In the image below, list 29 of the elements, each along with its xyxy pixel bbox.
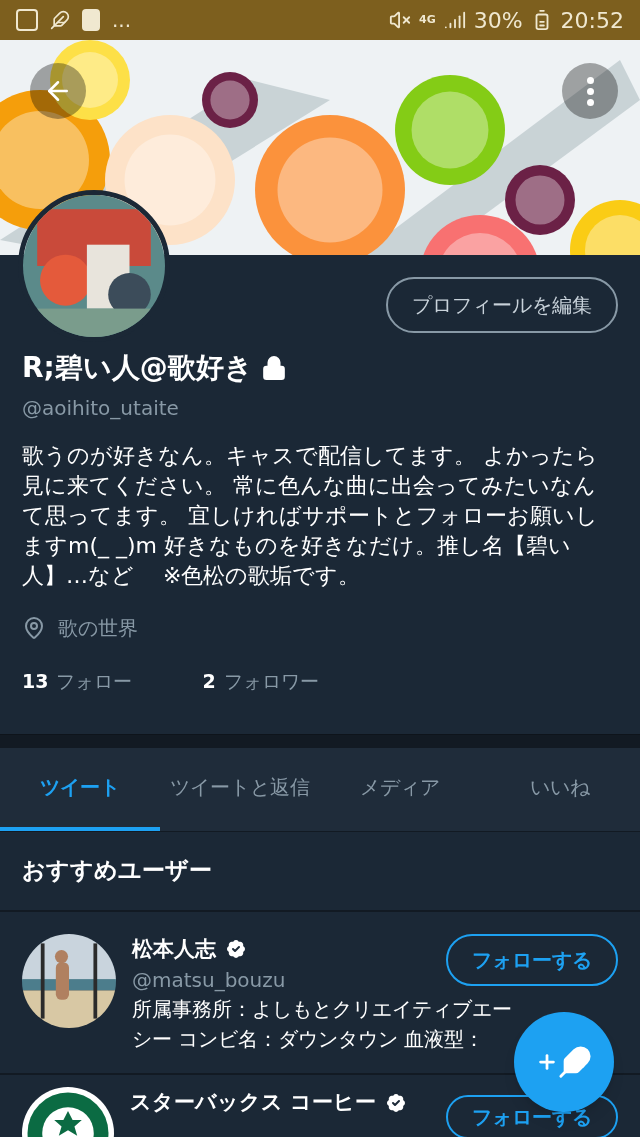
user-handle: @matsu_bouzu xyxy=(132,967,286,994)
battery-percent: 30% xyxy=(473,6,523,35)
signal-icon xyxy=(443,9,466,31)
mute-icon xyxy=(389,9,411,31)
user-name: スターバックス コーヒー xyxy=(130,1089,377,1116)
followers-count: 2 xyxy=(202,669,216,694)
feather-icon xyxy=(558,1045,592,1079)
tab[interactable]: ツイートと返信 xyxy=(160,747,320,831)
username: @aoihito_utaite xyxy=(22,395,180,422)
following-count: 13 xyxy=(22,669,49,694)
bio-text: 歌うのが好きなん。キャスで配信してます。 よかったら見に来てください。 常に色んな曲に出会ってみたいなんて思ってます。 宜しければサポートとフォローお願いしますm(_ _)m 好きなものを好きなだけ。推し名【碧い人】…など ※色松の歌垢です。 xyxy=(22,442,599,590)
user-bio-line: 所属事務所：よしもとクリエイティブエー xyxy=(132,997,512,1023)
network-type: 4G xyxy=(419,11,436,28)
follow-button[interactable]: フォローする xyxy=(446,933,618,986)
user-name: 松本人志 xyxy=(132,935,216,963)
followers-label: フォロワー xyxy=(223,669,319,694)
user-bio-line: シー コンビ名：ダウンタウン 血液型： xyxy=(132,1027,485,1053)
location-text: 歌の世界 xyxy=(58,615,138,642)
plus-icon xyxy=(536,1051,558,1073)
location-icon xyxy=(22,616,46,640)
clock: 20:52 xyxy=(560,6,624,35)
more-notifications: ... xyxy=(112,10,132,30)
following-label: フォロー xyxy=(56,669,133,694)
tab[interactable]: ツイート xyxy=(0,747,160,831)
tab[interactable]: いいね xyxy=(480,747,640,831)
edit-profile-button[interactable]: プロフィールを編集 xyxy=(386,277,618,333)
tab[interactable]: メディア xyxy=(320,747,480,831)
display-name: R;碧い人@歌好き xyxy=(22,350,253,386)
section-title: おすすめユーザー xyxy=(22,856,212,886)
